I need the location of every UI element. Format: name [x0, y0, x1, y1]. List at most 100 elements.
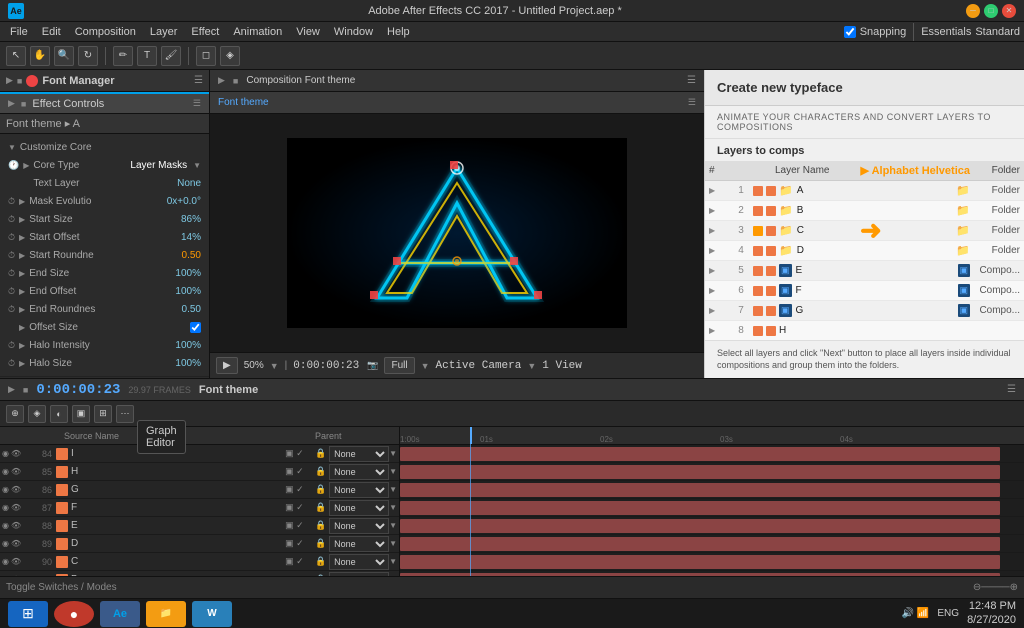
layer-row-3[interactable]: ▶ 3 📁 C ➜ 📁 Folder	[705, 221, 1024, 241]
ec-offsetsize-checkbox[interactable]	[190, 322, 201, 333]
menu-layer[interactable]: Layer	[144, 24, 184, 40]
ec-row-endround[interactable]: ⏱ ▶ End Roundnes 0.50	[6, 300, 203, 318]
tl-solo-89[interactable]: ◉	[2, 539, 9, 548]
layer-row-6[interactable]: ▶ 6 ▣ F ▣ Compo...	[705, 281, 1024, 301]
ec-row-coretype[interactable]: 🕐 ▶ Core Type Layer Masks ▼	[6, 156, 203, 174]
layer-row-8[interactable]: ▶ 8 H	[705, 321, 1024, 340]
effect-controls-tab[interactable]: ▶ ■ Effect Controls ☰	[0, 92, 209, 114]
ec-section-toggle[interactable]: ▼ Customize Core	[6, 138, 203, 156]
maximize-button[interactable]: □	[984, 4, 998, 18]
effect-controls-menu[interactable]: ☰	[193, 98, 201, 109]
tl-solo-90[interactable]: ◉	[2, 557, 9, 566]
tl-solo-85[interactable]: ◉	[2, 467, 9, 476]
tool-puppet[interactable]: ◈	[220, 46, 240, 66]
tool-select[interactable]: ↖	[6, 46, 26, 66]
tl-parent-85[interactable]: None	[329, 464, 389, 480]
tl-btn-4[interactable]: ▣	[72, 405, 90, 423]
tl-layer-row-88[interactable]: ◉ 👁 88 E ▣ ✓ 🔒 None ▼	[0, 517, 399, 535]
tl-vis-89[interactable]: 👁	[11, 539, 21, 548]
tl-btn-5[interactable]: ⊞	[94, 405, 112, 423]
ec-row-textlayer[interactable]: 🕐 ▶ Text Layer None	[6, 174, 203, 192]
tl-lock-89[interactable]: 🔒	[315, 538, 329, 549]
menu-file[interactable]: File	[4, 24, 34, 40]
menu-window[interactable]: Window	[328, 24, 379, 40]
ec-row-halosize[interactable]: ⏱ ▶ Halo Size 100%	[6, 354, 203, 372]
tl-layer-row-90[interactable]: ◉ 👁 90 C ▣ ✓ 🔒 None ▼	[0, 553, 399, 571]
ec-row-offsetsize[interactable]: ⏱ ▶ Offset Size	[6, 318, 203, 336]
tl-lock-85[interactable]: 🔒	[315, 466, 329, 477]
tl-btn-3[interactable]: ◐	[50, 405, 68, 423]
workspace-standard[interactable]: Standard	[975, 26, 1020, 38]
ec-row-startround[interactable]: ⏱ ▶ Start Roundne 0.50	[6, 246, 203, 264]
minimize-button[interactable]: ─	[966, 4, 980, 18]
camera-dropdown[interactable]: ▼	[527, 361, 536, 371]
tl-btn-graph-editor[interactable]: ⋯ Graph Editor	[116, 405, 134, 423]
tool-rotate[interactable]: ↻	[78, 46, 98, 66]
menu-animation[interactable]: Animation	[227, 24, 288, 40]
tl-layer-row-89[interactable]: ◉ 👁 89 D ▣ ✓ 🔒 None ▼	[0, 535, 399, 553]
tl-layer-row-85[interactable]: ◉ 👁 85 H ▣ ✓ 🔒 None ▼	[0, 463, 399, 481]
tool-zoom[interactable]: 🔍	[54, 46, 74, 66]
tl-layer-row-84[interactable]: ◉ 👁 84 I ▣ ✓ 🔒 None ▼	[0, 445, 399, 463]
tl-parent-dropdown-89[interactable]: ▼	[389, 539, 397, 548]
ec-row-halointensity[interactable]: ⏱ ▶ Halo Intensity 100%	[6, 336, 203, 354]
tl-parent-89[interactable]: None	[329, 536, 389, 552]
tl-lock-90[interactable]: 🔒	[315, 556, 329, 567]
tl-parent-dropdown-87[interactable]: ▼	[389, 503, 397, 512]
tl-vis-87[interactable]: 👁	[11, 503, 21, 512]
workspace-essentials[interactable]: Essentials	[921, 26, 971, 38]
menu-view[interactable]: View	[290, 24, 326, 40]
ec-row-endoffset[interactable]: ⏱ ▶ End Offset 100%	[6, 282, 203, 300]
quality-dropdown[interactable]: ▼	[421, 361, 430, 371]
camera-icon[interactable]: 📷	[367, 360, 378, 371]
tl-vis-90[interactable]: 👁	[11, 557, 21, 566]
tl-parent-86[interactable]: None	[329, 482, 389, 498]
tl-parent-dropdown-88[interactable]: ▼	[389, 521, 397, 530]
ec-row-endsize[interactable]: ⏱ ▶ End Size 100%	[6, 264, 203, 282]
tl-lock-87[interactable]: 🔒	[315, 502, 329, 513]
tl-vis-84[interactable]: 👁	[11, 449, 21, 458]
timeline-playhead[interactable]	[470, 427, 472, 444]
tl-parent-dropdown-90[interactable]: ▼	[389, 557, 397, 566]
tl-parent-84[interactable]: None	[329, 446, 389, 462]
browser-button[interactable]: ●	[54, 601, 94, 627]
menu-help[interactable]: Help	[381, 24, 416, 40]
tl-lock-84[interactable]: 🔒	[315, 448, 329, 459]
tl-btn-1[interactable]: ⊕	[6, 405, 24, 423]
comp-tab-label[interactable]: Font theme	[218, 97, 269, 108]
explorer-taskbar-button[interactable]: 📁	[146, 601, 186, 627]
tl-btn-2[interactable]: ◈	[28, 405, 46, 423]
tl-parent-87[interactable]: None	[329, 500, 389, 516]
menu-edit[interactable]: Edit	[36, 24, 67, 40]
tl-solo-86[interactable]: ◉	[2, 485, 9, 494]
tl-layer-row-87[interactable]: ◉ 👁 87 F ▣ ✓ 🔒 None ▼	[0, 499, 399, 517]
start-button[interactable]: ⊞	[8, 601, 48, 627]
tool-hand[interactable]: ✋	[30, 46, 50, 66]
tl-vis-86[interactable]: 👁	[11, 485, 21, 494]
tool-shape[interactable]: ◻	[196, 46, 216, 66]
system-clock[interactable]: 12:48 PM 8/27/2020	[967, 600, 1016, 626]
tl-zoom-slider[interactable]: ⊖────⊕	[973, 582, 1018, 593]
comp-tab-menu[interactable]: ☰	[688, 97, 696, 108]
word-taskbar-button[interactable]: W	[192, 601, 232, 627]
tl-parent-dropdown-84[interactable]: ▼	[389, 449, 397, 458]
tl-parent-88[interactable]: None	[329, 518, 389, 534]
ec-row-startoffset[interactable]: ⏱ ▶ Start Offset 14%	[6, 228, 203, 246]
menu-composition[interactable]: Composition	[69, 24, 142, 40]
tl-vis-88[interactable]: 👁	[11, 521, 21, 530]
tl-parent-dropdown-85[interactable]: ▼	[389, 467, 397, 476]
snapping-checkbox[interactable]	[844, 26, 856, 38]
tool-pen[interactable]: ✏	[113, 46, 133, 66]
tl-solo-88[interactable]: ◉	[2, 521, 9, 530]
tl-parent-dropdown-86[interactable]: ▼	[389, 485, 397, 494]
tool-text[interactable]: T	[137, 46, 157, 66]
tl-solo-84[interactable]: ◉	[2, 449, 9, 458]
timeline-menu[interactable]: ☰	[1007, 384, 1016, 395]
comp-preview-btn[interactable]: ▶	[216, 357, 238, 374]
tl-parent-90[interactable]: None	[329, 554, 389, 570]
layer-row-7[interactable]: ▶ 7 ▣ G ▣ Compo...	[705, 301, 1024, 321]
quality-btn[interactable]: Full	[384, 357, 414, 374]
tl-vis-85[interactable]: 👁	[11, 467, 21, 476]
comp-menu[interactable]: ☰	[687, 75, 696, 86]
font-manager-menu-icon[interactable]: ☰	[194, 75, 203, 86]
